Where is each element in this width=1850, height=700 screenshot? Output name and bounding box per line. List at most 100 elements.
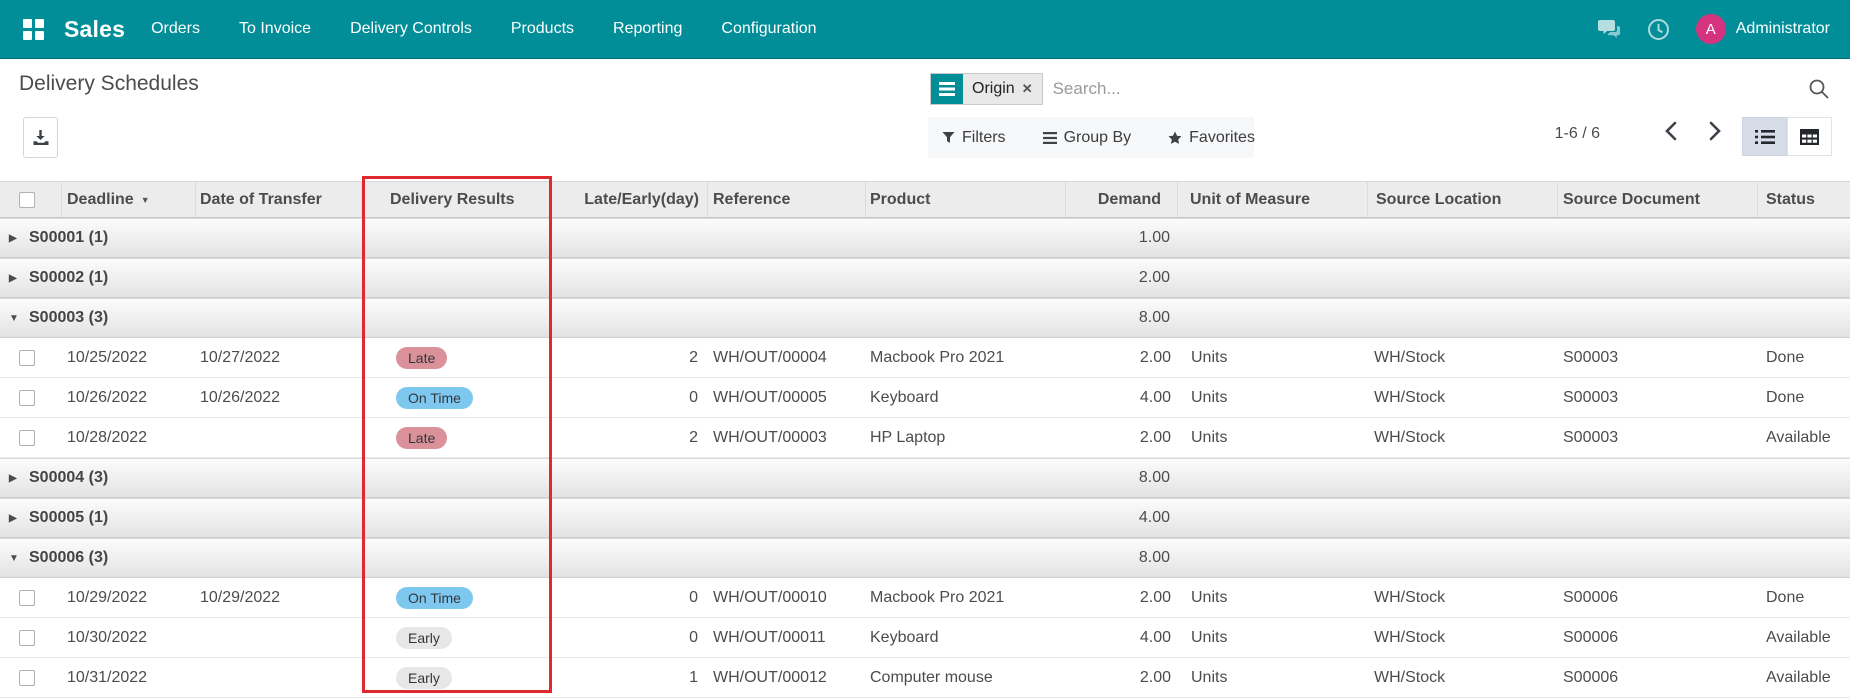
- cell-delivery-results: Early: [362, 626, 552, 649]
- nav-item-products[interactable]: Products: [511, 20, 574, 38]
- table-row[interactable]: 10/25/2022 10/27/2022 Late 2 WH/OUT/0000…: [0, 338, 1850, 378]
- row-checkbox[interactable]: [19, 429, 35, 446]
- delivery-result-badge: On Time: [396, 586, 473, 609]
- activities-clock-icon[interactable]: [1647, 18, 1670, 41]
- group-caret-icon: ▶: [9, 232, 17, 244]
- group-demand-total: 8.00: [1138, 469, 1170, 486]
- row-checkbox[interactable]: [19, 589, 35, 606]
- cell-reference: WH/OUT/00005: [713, 388, 827, 406]
- group-label: S00005 (1): [29, 509, 109, 526]
- user-name[interactable]: Administrator: [1736, 20, 1830, 38]
- select-all-header[interactable]: [0, 182, 62, 217]
- cell-source-document: S00006: [1563, 668, 1619, 686]
- column-header-unit-of-measure[interactable]: Unit of Measure: [1178, 182, 1368, 217]
- group-caret-icon: ▶: [9, 472, 17, 484]
- cell-deadline: 10/31/2022: [67, 668, 148, 686]
- messages-icon[interactable]: [1597, 18, 1621, 40]
- cell-demand: 2.00: [1139, 428, 1171, 446]
- column-header-deadline[interactable]: Deadline ▼: [62, 182, 196, 217]
- cell-deadline: 10/25/2022: [67, 348, 148, 366]
- cell-reference: WH/OUT/00010: [713, 588, 827, 606]
- nav-item-reporting[interactable]: Reporting: [613, 20, 682, 38]
- group-label: S00003 (3): [29, 309, 109, 326]
- pager-previous-button[interactable]: [1664, 121, 1678, 141]
- group-row[interactable]: ▼ S00006 (3) 8.00: [0, 538, 1850, 578]
- column-header-demand[interactable]: Demand: [1066, 182, 1178, 217]
- cell-status: Available: [1766, 428, 1831, 446]
- cell-unit-of-measure: Units: [1191, 628, 1228, 646]
- group-row[interactable]: ▶ S00005 (1) 4.00: [0, 498, 1850, 538]
- column-header-source-location[interactable]: Source Location: [1368, 182, 1558, 217]
- column-header-late-early[interactable]: Late/Early(day): [552, 182, 708, 217]
- column-header-date-of-transfer[interactable]: Date of Transfer: [196, 182, 362, 217]
- table-row[interactable]: 10/30/2022 Early 0 WH/OUT/00011 Keyboard…: [0, 618, 1850, 658]
- cell-product: Keyboard: [870, 628, 939, 646]
- search-magnifier-icon[interactable]: [1808, 78, 1830, 100]
- group-row[interactable]: ▶ S00004 (3) 8.00: [0, 458, 1850, 498]
- pivot-view-button[interactable]: [1787, 117, 1832, 156]
- cell-deadline: 10/30/2022: [67, 628, 148, 646]
- group-by-icon: [1042, 131, 1057, 144]
- search-input[interactable]: [1042, 79, 1808, 99]
- column-header-source-document[interactable]: Source Document: [1558, 182, 1758, 217]
- cell-demand: 2.00: [1139, 668, 1171, 686]
- select-all-checkbox[interactable]: [19, 191, 35, 208]
- group-row[interactable]: ▼ S00003 (3) 8.00: [0, 298, 1850, 338]
- column-header-delivery-results[interactable]: Delivery Results: [362, 182, 552, 217]
- nav-item-delivery-controls[interactable]: Delivery Controls: [350, 20, 472, 38]
- filters-button[interactable]: Filters: [942, 129, 1006, 147]
- nav-item-orders[interactable]: Orders: [151, 20, 200, 38]
- cell-status: Available: [1766, 668, 1831, 686]
- favorites-button[interactable]: Favorites: [1168, 129, 1255, 147]
- cell-demand: 2.00: [1139, 588, 1171, 606]
- cell-late-early: 2: [689, 428, 698, 446]
- table-body: ▶ S00001 (1) 1.00 ▶ S00002 (1) 2.00 ▼ S0…: [0, 218, 1850, 698]
- app-name[interactable]: Sales: [64, 16, 125, 43]
- cell-source-location: WH/Stock: [1374, 388, 1446, 406]
- export-button[interactable]: [23, 117, 58, 158]
- cell-product: Keyboard: [870, 388, 939, 406]
- group-by-button[interactable]: Group By: [1042, 129, 1131, 147]
- delivery-result-badge: On Time: [396, 386, 473, 409]
- table-row[interactable]: 10/31/2022 Early 1 WH/OUT/00012 Computer…: [0, 658, 1850, 698]
- group-row[interactable]: ▶ S00002 (1) 2.00: [0, 258, 1850, 298]
- cell-source-location: WH/Stock: [1374, 628, 1446, 646]
- row-checkbox[interactable]: [19, 349, 35, 366]
- table-row[interactable]: 10/29/2022 10/29/2022 On Time 0 WH/OUT/0…: [0, 578, 1850, 618]
- table-row[interactable]: 10/26/2022 10/26/2022 On Time 0 WH/OUT/0…: [0, 378, 1850, 418]
- group-demand-total: 8.00: [1138, 549, 1170, 566]
- cell-source-location: WH/Stock: [1374, 668, 1446, 686]
- nav-item-to-invoice[interactable]: To Invoice: [239, 20, 311, 38]
- row-checkbox[interactable]: [19, 629, 35, 646]
- row-checkbox[interactable]: [19, 669, 35, 686]
- cell-unit-of-measure: Units: [1191, 428, 1228, 446]
- group-row[interactable]: ▶ S00001 (1) 1.00: [0, 218, 1850, 258]
- download-icon: [32, 129, 49, 146]
- apps-menu-button[interactable]: [16, 12, 50, 46]
- cell-unit-of-measure: Units: [1191, 348, 1228, 366]
- facet-remove-icon[interactable]: ✕: [1022, 81, 1033, 97]
- user-avatar[interactable]: A: [1695, 14, 1726, 44]
- cell-unit-of-measure: Units: [1191, 388, 1228, 406]
- view-switcher: [1742, 117, 1832, 156]
- nav-item-configuration[interactable]: Configuration: [721, 20, 816, 38]
- group-caret-icon: ▼: [9, 312, 19, 324]
- chevron-right-icon: [1708, 121, 1722, 141]
- column-header-product[interactable]: Product: [866, 182, 1066, 217]
- delivery-result-badge: Late: [396, 346, 448, 369]
- list-view-button[interactable]: [1742, 117, 1787, 156]
- column-header-reference[interactable]: Reference: [708, 182, 866, 217]
- page-title: Delivery Schedules: [19, 72, 199, 95]
- cell-deadline: 10/26/2022: [67, 388, 148, 406]
- cell-product: HP Laptop: [870, 428, 946, 446]
- search-options-bar: Filters Group By Favorites: [928, 117, 1255, 158]
- cell-delivery-results: Late: [362, 426, 552, 449]
- table-header-row: Deadline ▼ Date of Transfer Delivery Resu…: [0, 181, 1850, 218]
- cell-source-document: S00003: [1563, 388, 1619, 406]
- row-checkbox[interactable]: [19, 389, 35, 406]
- top-navbar: Sales Orders To Invoice Delivery Control…: [0, 0, 1850, 59]
- cell-deadline: 10/28/2022: [67, 428, 148, 446]
- pager-next-button[interactable]: [1708, 121, 1722, 141]
- column-header-status[interactable]: Status: [1758, 182, 1850, 217]
- table-row[interactable]: 10/28/2022 Late 2 WH/OUT/00003 HP Laptop…: [0, 418, 1850, 458]
